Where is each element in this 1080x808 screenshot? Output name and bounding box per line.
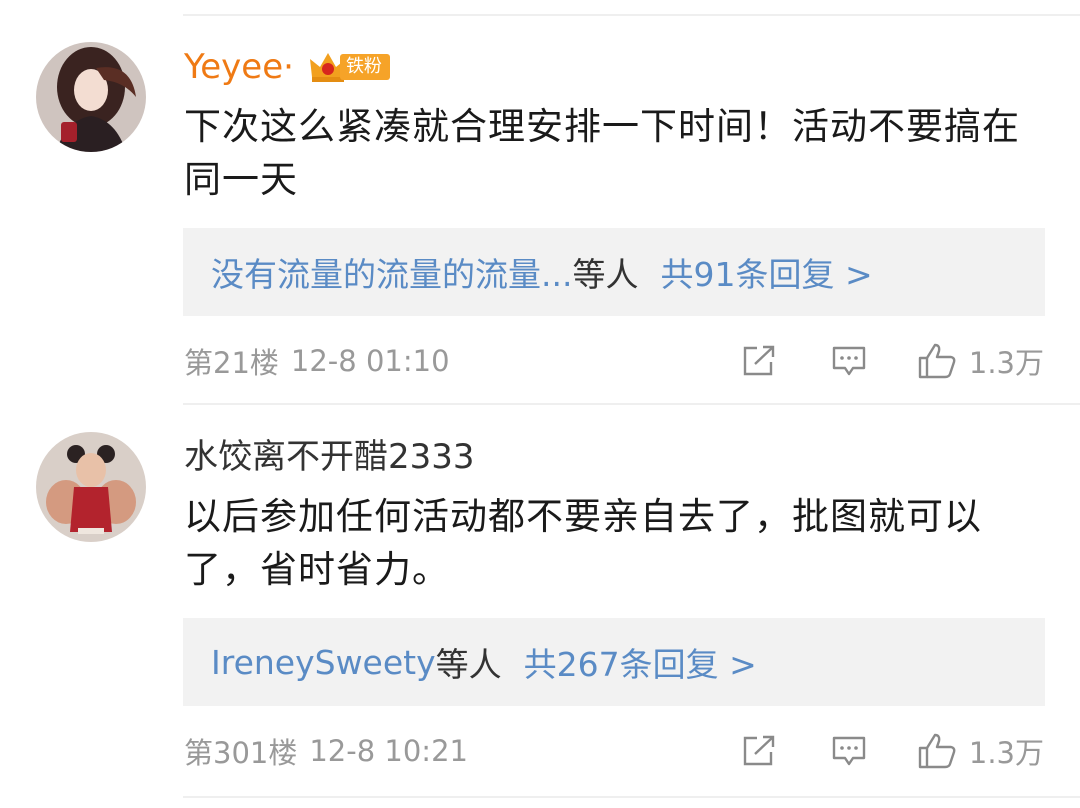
share-icon bbox=[743, 735, 775, 766]
fan-badge[interactable]: 铁粉 bbox=[308, 50, 390, 84]
reply-summary[interactable]: IreneySweety 等人 共267条回复 > bbox=[183, 618, 1045, 706]
share-button[interactable] bbox=[741, 344, 777, 378]
share-icon bbox=[743, 345, 775, 376]
comment-divider bbox=[183, 403, 1080, 405]
username[interactable]: Yeyee· bbox=[184, 42, 294, 92]
reply-names[interactable]: IreneySweety bbox=[211, 643, 436, 682]
name-row: 水饺离不开醋2333 bbox=[184, 432, 475, 482]
reply-suffix: 等人 bbox=[435, 645, 502, 684]
thumbs-up-icon bbox=[918, 733, 956, 769]
comment-button[interactable] bbox=[831, 344, 867, 378]
reply-names[interactable]: 没有流量的流量的流量... bbox=[211, 248, 572, 296]
reply-summary[interactable]: 没有流量的流量的流量... 等人 共91条回复 > bbox=[183, 228, 1045, 316]
floor-number: 第301楼 bbox=[184, 736, 298, 770]
avatar[interactable] bbox=[36, 42, 146, 152]
floor-number: 第21楼 bbox=[184, 346, 279, 380]
name-row: Yeyee· 铁粉 bbox=[184, 42, 390, 92]
reply-suffix: 等人 bbox=[572, 255, 639, 294]
share-button[interactable] bbox=[741, 734, 777, 768]
comment-icon bbox=[832, 346, 866, 376]
meta-row: 第301楼 12-8 10:21 1.3万 bbox=[184, 726, 1044, 776]
reply-count-link[interactable]: 共267条回复 > bbox=[524, 638, 757, 686]
bottom-divider bbox=[183, 796, 1080, 798]
like-count: 1.3万 bbox=[968, 346, 1044, 380]
comment-text: 下次这么紧凑就合理安排一下时间！活动不要搞在同一天 bbox=[184, 105, 1020, 201]
comment-text: 以后参加任何活动都不要亲自去了，批图就可以了，省时省力。 bbox=[184, 495, 982, 591]
like-count: 1.3万 bbox=[968, 736, 1044, 770]
badge-label: 铁粉 bbox=[339, 54, 390, 80]
action-bar: 1.3万 bbox=[741, 336, 1044, 386]
timestamp: 12-8 01:10 bbox=[290, 344, 450, 378]
like-button[interactable]: 1.3万 bbox=[917, 730, 1044, 772]
username[interactable]: 水饺离不开醋2333 bbox=[184, 432, 475, 482]
timestamp: 12-8 10:21 bbox=[309, 734, 468, 768]
avatar[interactable] bbox=[36, 432, 146, 542]
thumbs-up-icon bbox=[918, 343, 956, 379]
action-bar: 1.3万 bbox=[741, 726, 1044, 776]
reply-count-link[interactable]: 共91条回复 > bbox=[660, 248, 872, 296]
top-divider bbox=[183, 14, 1080, 16]
meta-row: 第21楼 12-8 01:10 1.3万 bbox=[184, 336, 1044, 386]
like-button[interactable]: 1.3万 bbox=[917, 340, 1044, 382]
comment-button[interactable] bbox=[831, 734, 867, 768]
comment-icon bbox=[832, 736, 866, 766]
